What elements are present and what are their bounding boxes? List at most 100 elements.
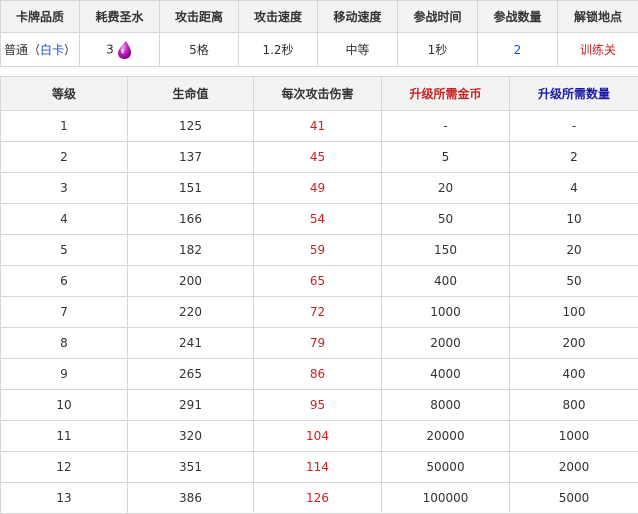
- upgrade-gold-cell: 5: [382, 142, 510, 173]
- upgrade-gold-cell: 400: [382, 266, 510, 297]
- level-cell: 1: [1, 111, 128, 142]
- damage-cell: 49: [254, 173, 382, 204]
- header-move-speed: 移动速度: [318, 1, 398, 33]
- level-cell: 2: [1, 142, 128, 173]
- upgrade-gold-cell: 20000: [382, 421, 510, 452]
- damage-cell: 114: [254, 452, 382, 483]
- damage-cell: 54: [254, 204, 382, 235]
- header-upgrade-gold: 升级所需金币: [382, 77, 510, 111]
- quality-link[interactable]: 白卡: [40, 43, 64, 57]
- hitpoints-cell: 182: [128, 235, 254, 266]
- table-row: 9265864000400: [1, 359, 638, 390]
- header-count: 参战数量: [478, 1, 558, 33]
- hitpoints-cell: 200: [128, 266, 254, 297]
- table-row: 12351114500002000: [1, 452, 638, 483]
- hitpoints-cell: 320: [128, 421, 254, 452]
- damage-cell: 45: [254, 142, 382, 173]
- range-value: 5格: [160, 33, 239, 67]
- upgrade-cards-cell: -: [510, 111, 638, 142]
- table-row: 51825915020: [1, 235, 638, 266]
- hitpoints-cell: 265: [128, 359, 254, 390]
- upgrade-cards-cell: 800: [510, 390, 638, 421]
- upgrade-gold-cell: 1000: [382, 297, 510, 328]
- table-row: 62006540050: [1, 266, 638, 297]
- deploy-time-value: 1秒: [398, 33, 478, 67]
- level-cell: 9: [1, 359, 128, 390]
- damage-cell: 79: [254, 328, 382, 359]
- hitpoints-cell: 151: [128, 173, 254, 204]
- header-quality: 卡牌品质: [1, 1, 80, 33]
- header-attack-speed: 攻击速度: [239, 1, 318, 33]
- upgrade-gold-cell: 2000: [382, 328, 510, 359]
- table-row: 315149204: [1, 173, 638, 204]
- attack-speed-value: 1.2秒: [239, 33, 318, 67]
- upgrade-cards-cell: 20: [510, 235, 638, 266]
- quality-cell: 普通（白卡）: [1, 33, 80, 67]
- elixir-cost-value: 3: [106, 42, 114, 56]
- damage-cell: 72: [254, 297, 382, 328]
- upgrade-cards-cell: 2: [510, 142, 638, 173]
- card-info-table: 卡牌品质 耗费圣水 攻击距离 攻击速度 移动速度 参战时间 参战数量 解锁地点 …: [0, 0, 638, 67]
- level-cell: 8: [1, 328, 128, 359]
- hitpoints-cell: 220: [128, 297, 254, 328]
- upgrade-cards-cell: 2000: [510, 452, 638, 483]
- header-range: 攻击距离: [160, 1, 239, 33]
- upgrade-cards-cell: 50: [510, 266, 638, 297]
- unlock-link[interactable]: 训练关: [580, 43, 616, 57]
- upgrade-gold-cell: 4000: [382, 359, 510, 390]
- upgrade-gold-cell: 50000: [382, 452, 510, 483]
- hitpoints-cell: 125: [128, 111, 254, 142]
- hitpoints-cell: 291: [128, 390, 254, 421]
- hitpoints-cell: 137: [128, 142, 254, 173]
- hitpoints-cell: 386: [128, 483, 254, 514]
- table-row: 8241792000200: [1, 328, 638, 359]
- upgrade-cards-cell: 5000: [510, 483, 638, 514]
- upgrade-cards-cell: 200: [510, 328, 638, 359]
- level-cell: 13: [1, 483, 128, 514]
- level-cell: 6: [1, 266, 128, 297]
- upgrade-cards-cell: 1000: [510, 421, 638, 452]
- upgrade-gold-cell: 100000: [382, 483, 510, 514]
- damage-cell: 104: [254, 421, 382, 452]
- level-cell: 5: [1, 235, 128, 266]
- upgrade-gold-cell: 20: [382, 173, 510, 204]
- damage-cell: 65: [254, 266, 382, 297]
- table-row: 4166545010: [1, 204, 638, 235]
- hitpoints-cell: 241: [128, 328, 254, 359]
- damage-cell: 59: [254, 235, 382, 266]
- hitpoints-cell: 351: [128, 452, 254, 483]
- elixir-cost-cell: 3: [80, 33, 160, 67]
- table-row: 112541--: [1, 111, 638, 142]
- upgrade-gold-cell: -: [382, 111, 510, 142]
- upgrade-cards-cell: 100: [510, 297, 638, 328]
- level-cell: 10: [1, 390, 128, 421]
- upgrade-gold-cell: 50: [382, 204, 510, 235]
- upgrade-gold-cell: 8000: [382, 390, 510, 421]
- quality-suffix: ）: [64, 43, 76, 57]
- damage-cell: 95: [254, 390, 382, 421]
- level-cell: 11: [1, 421, 128, 452]
- header-level: 等级: [1, 77, 128, 111]
- damage-cell: 41: [254, 111, 382, 142]
- unlock-cell: 训练关: [558, 33, 638, 67]
- count-value: 2: [478, 33, 558, 67]
- table-row: 21374552: [1, 142, 638, 173]
- upgrade-gold-cell: 150: [382, 235, 510, 266]
- table-row: 133861261000005000: [1, 483, 638, 514]
- level-cell: 4: [1, 204, 128, 235]
- level-cell: 7: [1, 297, 128, 328]
- damage-cell: 86: [254, 359, 382, 390]
- table-row: 10291958000800: [1, 390, 638, 421]
- damage-cell: 126: [254, 483, 382, 514]
- upgrade-cards-cell: 400: [510, 359, 638, 390]
- table-row: 11320104200001000: [1, 421, 638, 452]
- elixir-drop-icon: [115, 40, 133, 60]
- upgrade-cards-cell: 4: [510, 173, 638, 204]
- header-unlock: 解锁地点: [558, 1, 638, 33]
- header-elixir-cost: 耗费圣水: [80, 1, 160, 33]
- table-row: 7220721000100: [1, 297, 638, 328]
- move-speed-value: 中等: [318, 33, 398, 67]
- quality-prefix: 普通（: [4, 43, 40, 57]
- header-hitpoints: 生命值: [128, 77, 254, 111]
- hitpoints-cell: 166: [128, 204, 254, 235]
